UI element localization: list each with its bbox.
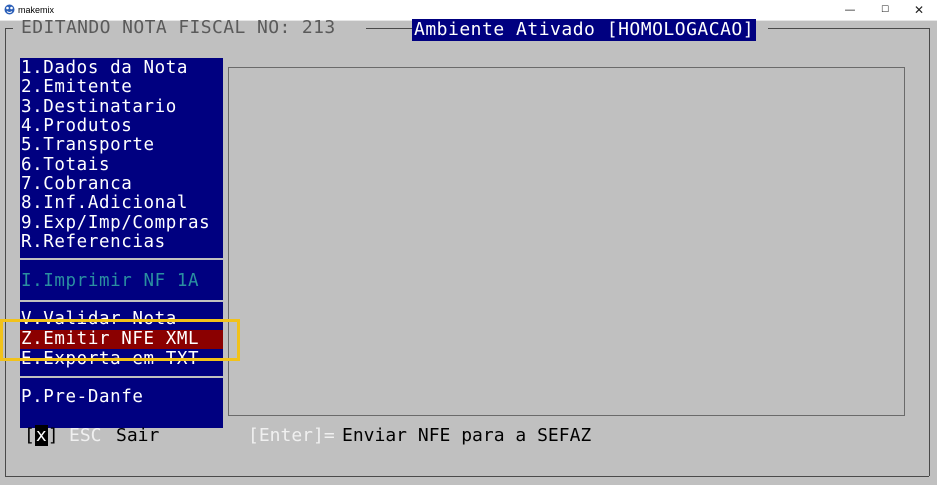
menu-item-emitir-nfe-xml[interactable]: Z.Emitir NFE XML (20, 330, 223, 349)
app-icon (4, 4, 15, 15)
frame-border (5, 476, 929, 477)
checkbox-mark: x (34, 425, 48, 446)
frame-border (929, 28, 930, 476)
menu-item-emitente[interactable]: 2.Emitente (21, 78, 132, 97)
send-nfe-label[interactable]: Enviar NFE para a SEFAZ (342, 426, 591, 446)
menu-divider (20, 376, 223, 378)
maximize-icon[interactable]: ☐ (868, 0, 902, 20)
content-panel (228, 67, 905, 416)
page-title: EDITANDO NOTA FISCAL NO: 213 (21, 17, 336, 38)
exit-label[interactable]: Sair (116, 426, 159, 446)
frame-border (768, 28, 930, 29)
menu-item-dados-da-nota[interactable]: 1.Dados da Nota (21, 59, 188, 78)
menu-item-inf-adicional[interactable]: 8.Inf.Adicional (21, 194, 188, 213)
close-icon[interactable]: ✕ (902, 0, 936, 20)
frame-border (5, 28, 13, 29)
checkbox-bracket: ] (47, 425, 59, 446)
side-menu: 1.Dados da Nota 2.Emitente 3.Destinatari… (20, 58, 223, 428)
menu-item-totais[interactable]: 6.Totais (21, 156, 110, 175)
menu-item-pre-danfe[interactable]: P.Pre-Danfe (21, 388, 144, 407)
exit-checkbox[interactable]: [x] (24, 425, 59, 446)
window-title: makemix (18, 5, 55, 15)
menu-divider (20, 258, 223, 260)
minimize-icon[interactable]: — (833, 0, 867, 20)
menu-item-exp-imp-compras[interactable]: 9.Exp/Imp/Compras (21, 214, 210, 233)
menu-item-referencias[interactable]: R.Referencias (21, 233, 166, 252)
esc-key-hint: ESC (69, 425, 102, 446)
menu-item-imprimir-nf[interactable]: I.Imprimir NF 1A (21, 272, 199, 291)
frame-border (366, 28, 414, 29)
frame-border (5, 28, 6, 476)
menu-divider (20, 300, 223, 302)
menu-item-transporte[interactable]: 5.Transporte (21, 136, 155, 155)
environment-badge: Ambiente Ativado [HOMOLOGACAO] (412, 19, 757, 41)
menu-item-cobranca[interactable]: 7.Cobranca (21, 175, 132, 194)
menu-item-validar-nota[interactable]: V.Validar Nota (21, 310, 177, 329)
menu-item-produtos[interactable]: 4.Produtos (21, 117, 132, 136)
menu-item-exporta-txt[interactable]: E.Exporta em TXT (21, 350, 199, 369)
checkbox-bracket: [ (24, 425, 35, 446)
menu-item-destinatario[interactable]: 3.Destinatario (21, 98, 177, 117)
enter-key-hint: [Enter]= (248, 425, 335, 446)
